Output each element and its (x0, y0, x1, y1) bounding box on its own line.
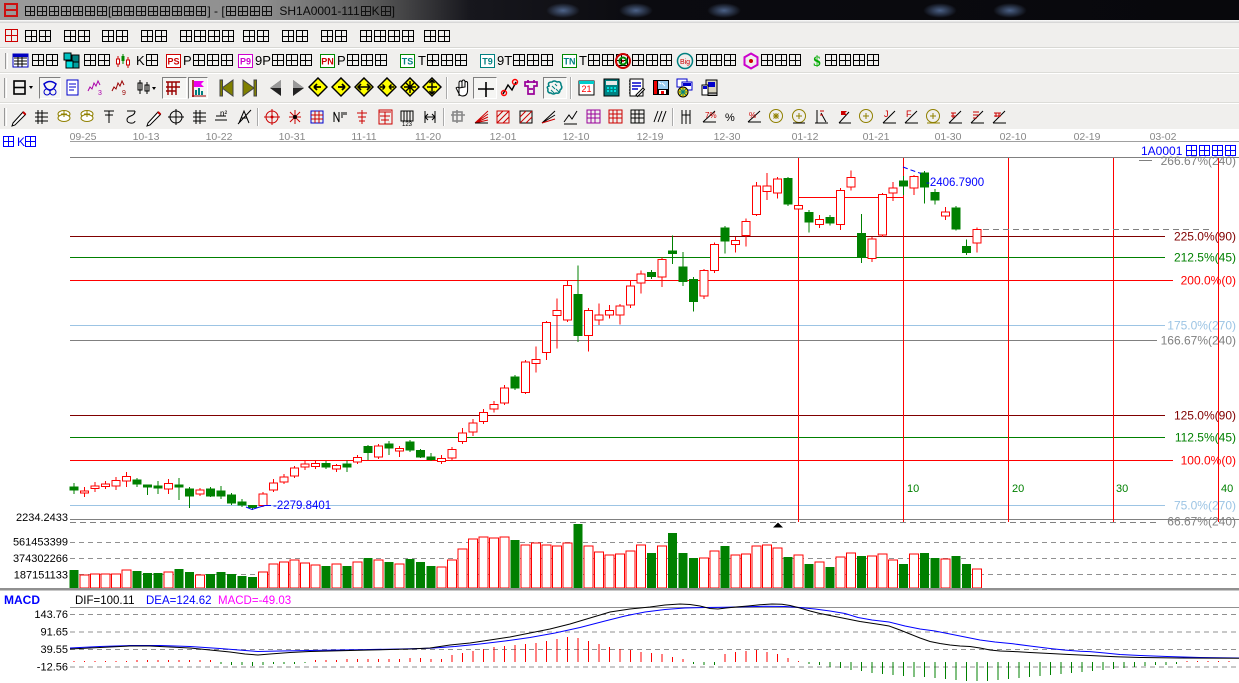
svg-text:%: % (725, 112, 735, 124)
svg-text:75.0%(270): 75.0%(270) (1174, 499, 1236, 513)
svg-text:2234.2433: 2234.2433 (16, 512, 68, 524)
svg-text:40: 40 (1221, 483, 1233, 495)
svg-text:%: % (749, 111, 756, 120)
svg-text:123: 123 (402, 122, 413, 127)
svg-text:-2279.8401: -2279.8401 (273, 500, 331, 512)
svg-text:112.5%(45): 112.5%(45) (1175, 431, 1236, 445)
svg-text:91.65: 91.65 (40, 627, 68, 639)
svg-text:39.55: 39.55 (40, 644, 68, 656)
svg-text:F: F (906, 109, 912, 119)
svg-text:9: 9 (122, 90, 126, 97)
svg-text:100.0%(0): 100.0%(0) (1181, 454, 1236, 468)
svg-text:7%: 7% (705, 111, 717, 120)
svg-text:66.67%(240): 66.67%(240) (1167, 515, 1236, 529)
svg-text:200.0%(0): 200.0%(0) (1181, 274, 1236, 288)
svg-text:DIF=100.11: DIF=100.11 (75, 595, 135, 607)
svg-text:-12.56: -12.56 (37, 662, 68, 674)
svg-text:P9: P9 (240, 57, 251, 67)
svg-text:PS: PS (167, 57, 179, 67)
svg-text:143.76: 143.76 (34, 609, 68, 621)
svg-text:MACD: MACD (4, 593, 40, 607)
svg-text:187151133: 187151133 (14, 570, 68, 582)
svg-text:T9: T9 (482, 57, 493, 67)
svg-text:21: 21 (581, 84, 591, 94)
svg-text:K: K (17, 135, 25, 149)
svg-text:166.67%(240): 166.67%(240) (1161, 334, 1236, 348)
svg-text:561453399: 561453399 (13, 537, 68, 549)
svg-text:MACD=-49.03: MACD=-49.03 (218, 595, 291, 607)
svg-text:30: 30 (1116, 483, 1128, 495)
svg-text:225.0%(90): 225.0%(90) (1174, 230, 1236, 244)
svg-text:J: J (884, 109, 889, 119)
svg-text:TS: TS (402, 57, 414, 67)
svg-text:TN: TN (564, 57, 576, 67)
svg-text:PN: PN (321, 57, 334, 67)
svg-text:-2406.7900: -2406.7900 (926, 177, 984, 189)
svg-text:175.0%(270): 175.0%(270) (1167, 319, 1236, 333)
svg-text:3: 3 (98, 90, 102, 97)
svg-text:374302266: 374302266 (13, 553, 68, 565)
svg-text:20: 20 (1012, 483, 1024, 495)
svg-text:125.0%(90): 125.0%(90) (1174, 409, 1236, 423)
svg-text:DEA=124.62: DEA=124.62 (146, 595, 212, 607)
svg-text:10: 10 (907, 483, 919, 495)
svg-text:$: $ (813, 54, 821, 70)
svg-text:n²: n² (220, 109, 227, 118)
svg-text:212.5%(45): 212.5%(45) (1174, 251, 1236, 265)
svg-text:Big: Big (680, 59, 690, 66)
svg-text:266.67%(240): 266.67%(240) (1161, 154, 1236, 168)
